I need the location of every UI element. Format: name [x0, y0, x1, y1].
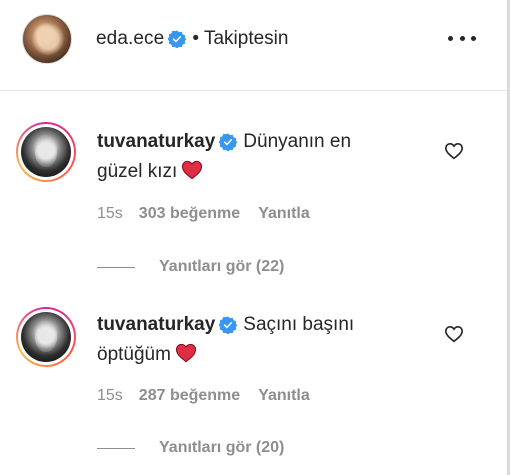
comment-likes[interactable]: 287 beğenme — [139, 387, 240, 405]
commenter-avatar[interactable] — [16, 122, 76, 182]
verified-badge-icon — [168, 30, 187, 48]
verified-badge-icon — [219, 133, 238, 151]
comment-body-line1: Dünyanın en — [243, 131, 352, 152]
more-options-icon[interactable] — [448, 30, 476, 46]
view-replies-button[interactable]: Yanıtları gör (20) — [97, 439, 284, 457]
view-replies-label: Yanıtları gör (20) — [159, 439, 285, 456]
comment-text: tuvanaturkay Dünyanın en güzel kızı — [97, 127, 397, 187]
like-heart-icon[interactable] — [444, 325, 464, 343]
follow-status[interactable]: Takiptesin — [204, 28, 289, 50]
verified-badge-icon — [219, 316, 238, 334]
commenter-avatar[interactable] — [16, 307, 76, 367]
comment-time: 15s — [97, 387, 123, 404]
comment-body-line1: Saçını başını — [243, 314, 355, 335]
header-divider — [0, 90, 507, 91]
view-replies-button[interactable]: Yanıtları gör (22) — [97, 258, 284, 276]
comment-body-line2: öptüğüm — [97, 344, 171, 365]
replies-divider-line — [97, 266, 135, 268]
red-heart-emoji-icon — [175, 343, 197, 363]
post-header: eda.ece • Takiptesin — [0, 0, 507, 90]
reply-button[interactable]: Yanıtla — [258, 387, 310, 405]
commenter-username[interactable]: tuvanaturkay — [97, 127, 215, 157]
comment-meta: 15s 287 beğenme Yanıtla — [97, 387, 310, 405]
replies-divider-line — [97, 447, 135, 449]
comment-time: 15s — [97, 205, 123, 222]
red-heart-emoji-icon — [182, 160, 203, 180]
author-avatar[interactable] — [22, 14, 72, 64]
post-comments-panel: eda.ece • Takiptesin tuvanaturkay Dünyan… — [0, 0, 510, 475]
view-replies-label: Yanıtları gör (22) — [159, 258, 285, 275]
comment-meta: 15s 303 beğenme Yanıtla — [97, 205, 310, 223]
author-username[interactable]: eda.ece — [96, 28, 164, 50]
separator-dot: • — [192, 28, 199, 49]
like-heart-icon[interactable] — [444, 142, 464, 160]
reply-button[interactable]: Yanıtla — [258, 205, 310, 223]
comment-likes[interactable]: 303 beğenme — [139, 205, 240, 223]
author-info: eda.ece • Takiptesin — [96, 27, 288, 51]
comment-text: tuvanaturkay Saçını başını öptüğüm — [97, 310, 397, 370]
comment-body-line2: güzel kızı — [97, 161, 178, 182]
commenter-username[interactable]: tuvanaturkay — [97, 310, 215, 340]
